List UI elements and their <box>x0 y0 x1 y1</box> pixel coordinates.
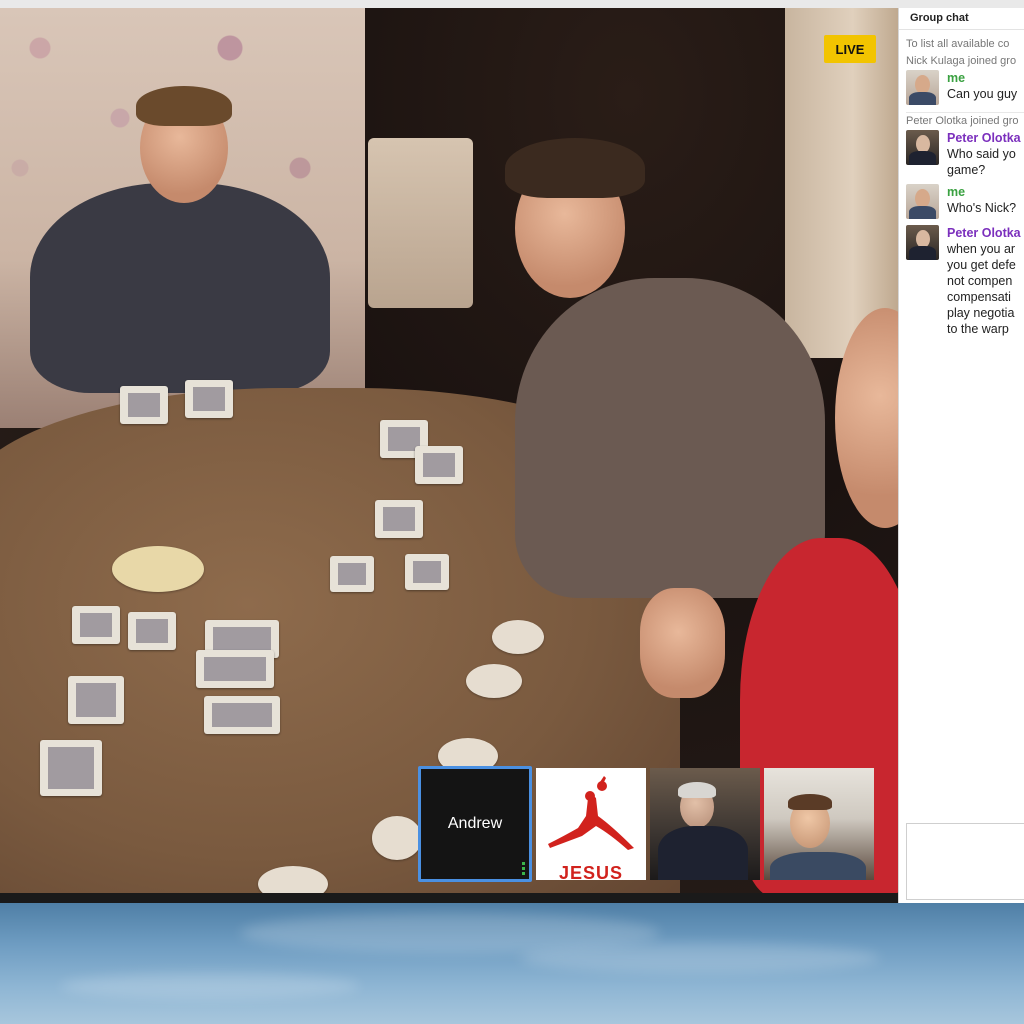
chat-author: me <box>947 185 966 199</box>
game-card <box>405 554 449 590</box>
person-middle-body <box>515 278 825 598</box>
game-card <box>68 676 124 724</box>
chair <box>368 138 473 308</box>
game-card <box>185 380 233 418</box>
game-card <box>40 740 102 796</box>
video-bottom-bar <box>0 893 898 903</box>
avatar <box>906 130 939 165</box>
game-warp-token <box>112 546 204 592</box>
live-badge: LIVE <box>824 35 876 63</box>
participant-filmstrip: Andrew JESUS <box>418 766 874 884</box>
chat-author: me <box>947 71 966 85</box>
game-card <box>415 446 463 484</box>
participant-shirt <box>770 852 866 880</box>
participant-thumb-3[interactable] <box>764 768 874 880</box>
game-card <box>128 612 176 650</box>
game-token <box>466 664 522 698</box>
game-card <box>120 386 168 424</box>
participant-thumb-2[interactable] <box>650 768 760 880</box>
avatar <box>906 225 939 260</box>
chat-author: Peter Olotka <box>947 131 1021 145</box>
group-chat-panel: Group chat To list all available co Nick… <box>898 8 1024 903</box>
mic-level-icon <box>522 862 525 875</box>
chat-input[interactable] <box>906 823 1024 900</box>
game-token <box>372 816 422 860</box>
chat-message: me Can you guy <box>899 67 1024 108</box>
chat-text: compensati <box>947 290 1011 304</box>
chat-text: when you ar <box>947 242 1016 256</box>
chat-text: Who's Nick? <box>947 201 1017 215</box>
chat-author: Peter Olotka <box>947 226 1021 240</box>
game-card <box>72 606 120 644</box>
chat-message: Peter Olotka when you ar you get defe no… <box>899 222 1024 340</box>
avatar <box>906 184 939 219</box>
person-left-body <box>30 183 330 393</box>
jumpman-logo-icon <box>548 776 634 850</box>
participant-thumb-andrew[interactable]: Andrew <box>418 766 532 882</box>
chat-text: Can you guy <box>947 87 1018 101</box>
chat-system-notice: Nick Kulaga joined gro <box>906 55 1017 67</box>
game-card <box>196 650 274 688</box>
chat-text: not compen <box>947 274 1013 288</box>
chat-message: me Who's Nick? <box>899 181 1024 222</box>
chat-message: Peter Olotka Who said yo game? <box>899 127 1024 181</box>
game-card <box>204 696 280 734</box>
chat-text: play negotia <box>947 306 1015 320</box>
desktop-wallpaper <box>0 903 1024 1024</box>
participant-hair <box>788 794 832 810</box>
thumbs-up-hand <box>640 588 725 698</box>
game-card <box>330 556 374 592</box>
chat-text: to the warp <box>947 322 1009 336</box>
window-top-strip <box>0 0 1024 8</box>
chat-text: Who said yo <box>947 147 1016 161</box>
main-video-feed[interactable]: LIVE <box>0 8 898 893</box>
game-card <box>375 500 423 538</box>
chat-text: game? <box>947 163 986 177</box>
chat-title: Group chat <box>899 8 1024 30</box>
chat-system-notice: Peter Olotka joined gro <box>906 115 1019 127</box>
logo-text: JESUS <box>558 863 624 880</box>
participant-shirt <box>658 826 748 880</box>
participant-thumb-logo[interactable]: JESUS <box>536 768 646 880</box>
chat-text: you get defe <box>947 258 1016 272</box>
person-left-hair <box>136 86 232 126</box>
participant-hair <box>678 782 716 798</box>
person-middle-hair <box>505 138 645 198</box>
participant-name: Andrew <box>447 815 503 832</box>
avatar <box>906 70 939 105</box>
hangout-window: LIVE Andrew JESUS Group chat To list all… <box>0 0 1024 1024</box>
chat-system-notice: To list all available co <box>906 38 1010 50</box>
game-token <box>492 620 544 654</box>
